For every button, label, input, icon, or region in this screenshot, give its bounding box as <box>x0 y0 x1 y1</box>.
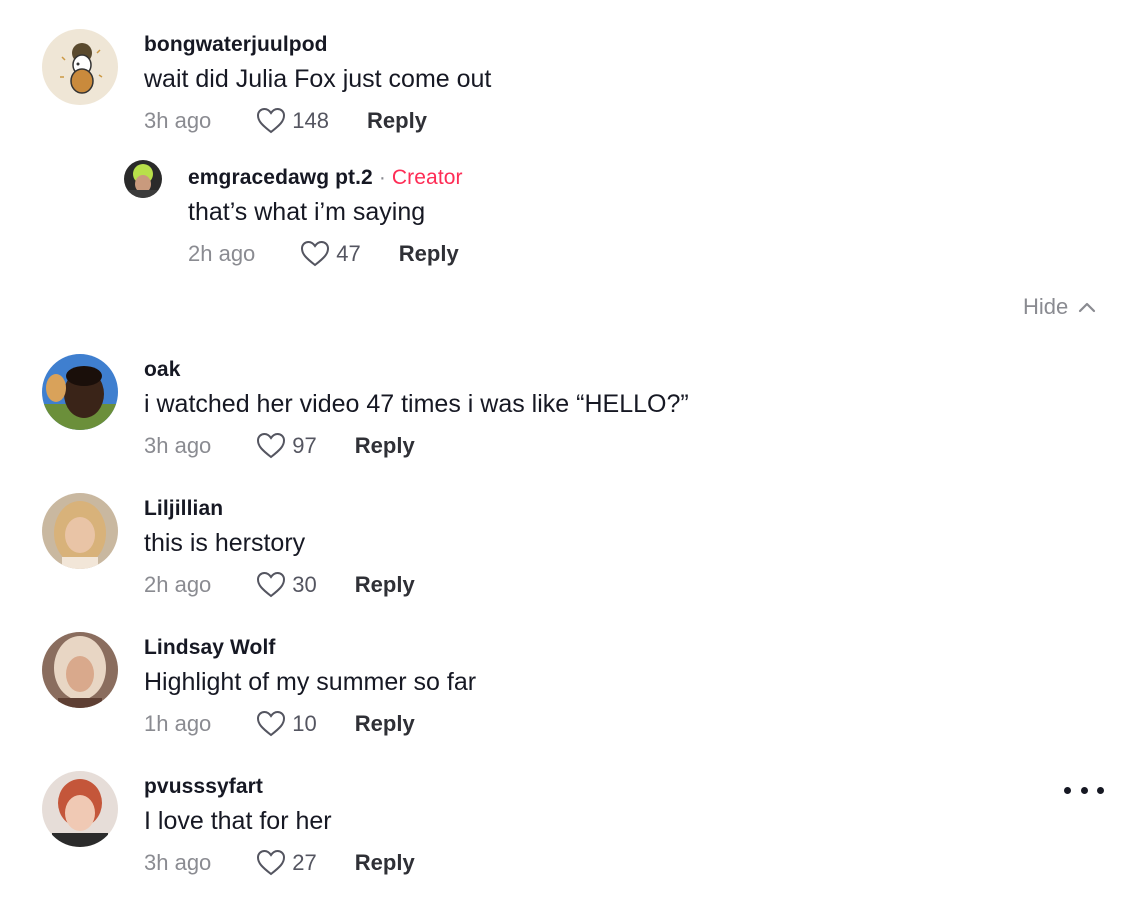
creator-badge: Creator <box>391 166 463 189</box>
like-count: 30 <box>292 571 317 597</box>
username[interactable]: oak <box>144 358 181 382</box>
heart-icon <box>257 107 286 134</box>
like-button[interactable]: 97 <box>256 432 317 459</box>
reply-button[interactable]: Reply <box>355 711 415 737</box>
reply-button[interactable]: Reply <box>355 850 415 876</box>
lindsay-wolf-avatar-icon <box>42 632 118 708</box>
comment-meta: 3h ago 27 Reply <box>144 849 415 876</box>
comment-text: I love that for her <box>144 807 332 835</box>
username[interactable]: Liljillian <box>144 497 223 521</box>
comment-meta: 3h ago 148 Reply <box>144 107 427 134</box>
heart-icon <box>257 710 286 737</box>
username[interactable]: emgracedawg pt.2 · Creator <box>188 166 463 190</box>
username[interactable]: Lindsay Wolf <box>144 636 276 660</box>
more-options-icon[interactable] <box>1064 780 1104 800</box>
timestamp: 3h ago <box>144 107 212 133</box>
liljillian-avatar-icon <box>42 493 118 569</box>
timestamp: 2h ago <box>144 571 212 597</box>
comment-text: Highlight of my summer so far <box>144 668 477 696</box>
like-count: 10 <box>292 710 317 736</box>
chevron-up-icon <box>1079 302 1096 313</box>
avatar[interactable] <box>42 354 118 430</box>
like-button[interactable]: 27 <box>256 849 317 876</box>
oak-avatar-icon <box>42 354 118 430</box>
reply-button[interactable]: Reply <box>355 433 415 459</box>
username[interactable]: bongwaterjuulpod <box>144 33 328 57</box>
reply-button[interactable]: Reply <box>367 108 427 134</box>
heart-icon <box>257 432 286 459</box>
comment-text: i watched her video 47 times i was like … <box>144 390 689 418</box>
hide-replies-button[interactable]: Hide <box>1023 294 1096 320</box>
timestamp: 2h ago <box>188 240 256 266</box>
comment-meta: 2h ago 30 Reply <box>144 571 415 598</box>
dot <box>1097 786 1104 794</box>
comment-meta: 2h ago 47 Reply <box>188 240 459 267</box>
like-button[interactable]: 10 <box>256 710 317 737</box>
like-button[interactable]: 30 <box>256 571 317 598</box>
username-text: emgracedawg pt.2 <box>188 166 373 189</box>
avatar[interactable] <box>42 632 118 708</box>
heart-icon <box>257 849 286 876</box>
dot <box>1064 786 1071 794</box>
comment-text: this is herstory <box>144 529 306 557</box>
creator-avatar-icon <box>124 160 162 198</box>
like-count: 47 <box>336 240 361 266</box>
timestamp: 1h ago <box>144 710 212 736</box>
like-count: 27 <box>292 849 317 875</box>
like-button[interactable]: 148 <box>256 107 329 134</box>
like-count: 148 <box>292 107 330 133</box>
reply-button[interactable]: Reply <box>355 572 415 598</box>
avatar[interactable] <box>42 29 118 105</box>
pvusssyfart-avatar-icon <box>42 771 118 847</box>
avatar[interactable] <box>42 493 118 569</box>
dot <box>1080 786 1088 794</box>
like-count: 97 <box>292 432 317 458</box>
username[interactable]: pvusssyfart <box>144 775 263 799</box>
timestamp: 3h ago <box>144 849 212 875</box>
comment-text: that’s what i’m saying <box>188 198 426 226</box>
avatar[interactable] <box>42 771 118 847</box>
avatar[interactable] <box>124 160 162 198</box>
comment-text: wait did Julia Fox just come out <box>144 65 492 93</box>
snoopy-avatar-icon <box>42 29 118 105</box>
reply-button[interactable]: Reply <box>399 241 459 267</box>
comment-meta: 1h ago 10 Reply <box>144 710 415 737</box>
hide-label: Hide <box>1023 294 1069 319</box>
separator-dot: · <box>378 166 386 189</box>
heart-icon <box>257 571 286 598</box>
like-button[interactable]: 47 <box>300 240 361 267</box>
timestamp: 3h ago <box>144 432 212 458</box>
heart-icon <box>301 240 330 267</box>
comment-meta: 3h ago 97 Reply <box>144 432 415 459</box>
